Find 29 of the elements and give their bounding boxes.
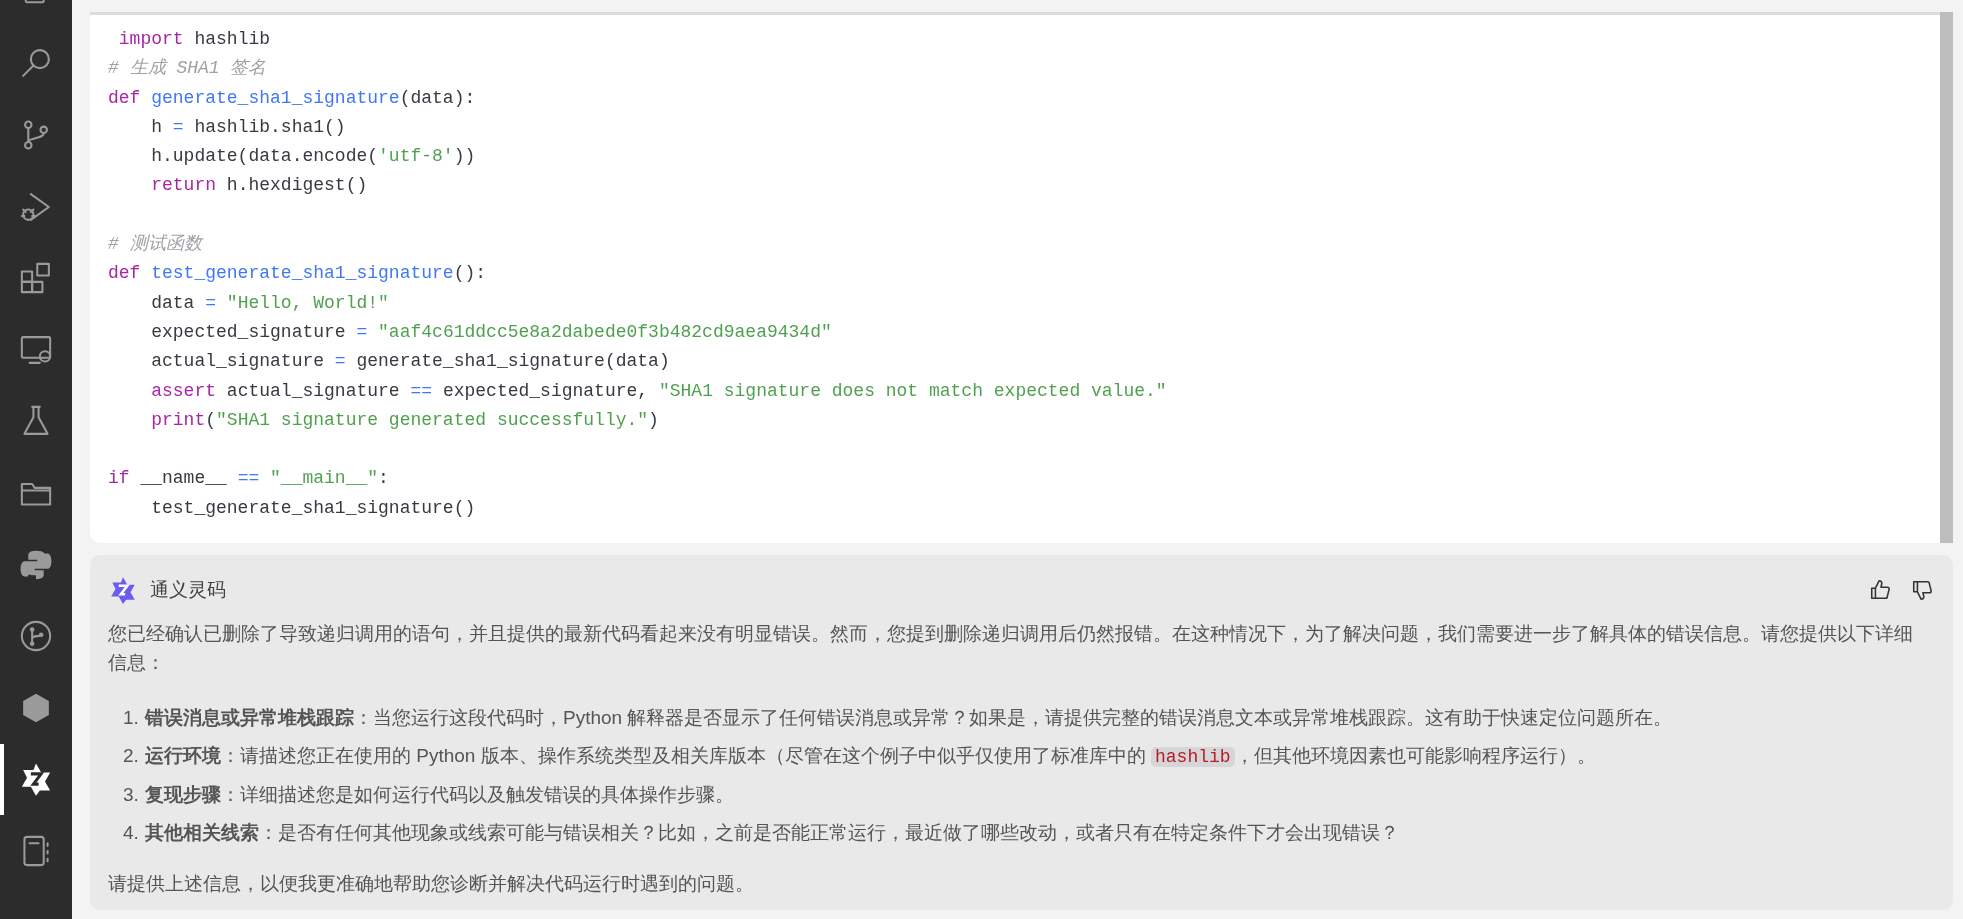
thumbs-down-icon[interactable] [1911,579,1933,601]
list-number: 4. [123,820,140,845]
list-item-text: 运行环境：请描述您正在使用的 Python 版本、操作系统类型及相关库版本（尽管在这个例子中似乎仅使用了标准库中的 hashlib ，但其他环境因素也可能影响程序运行）。 [145,743,1596,769]
code-line: h = hashlib.sha1() [150,115,347,139]
code-line: print("SHA1 signature generated successfully.") [150,408,660,432]
code-line: assert actual_signature == expected_signature, "SHA1 signature does not match expected value." [150,379,1168,403]
list-item-text: 其他相关线索：是否有任何其他现象或线索可能与错误相关？比如，之前是否能正常运行，最近做了哪些改动，或者只有在特定条件下才会出现错误？ [145,820,1399,845]
code-line: def generate_sha1_signature(data): [108,86,477,110]
thumbs-up-icon[interactable] [1869,579,1891,601]
list-item-text: 错误消息或异常堆栈跟踪：当您运行这段代码时，Python 解释器是否显示了任何错误消息或异常？如果是，请提供完整的错误消息文本或异常堆栈跟踪。这有助于快速定位问题所在。 [145,706,1673,730]
code-line: test_generate_sha1_signature() [150,496,477,520]
list-number: 3. [123,783,140,807]
code-line: if __name__ == "__main__": [108,467,390,491]
scrollbar[interactable] [1940,12,1953,543]
list-item-text: 复现步骤：详细描述您是如何运行代码以及触发错误的具体操作步骤。 [145,783,734,807]
code-line: data = "Hello, World!" [150,291,390,315]
code-line: expected_signature = "aaf4c61ddcc5e8a2dabede0f3b482cd9aea9434d" [150,320,833,344]
code-line: actual_signature = generate_sha1_signature(data) [150,350,671,374]
code-line: return h.hexdigest() [150,174,369,198]
message-paragraph: 您已经确认已删除了导致递归调用的语句，并且提供的最新代码看起来没有明显错误。然而，您提到删除递归调用后仍然报错。在这种情况下，为了解决问题，我们需要进一步了解具体的错误信息。请您提供以下详细信息： [108,622,1914,675]
code-line: # 测试函数 [108,233,205,257]
author-name: 通义灵码 [150,577,226,602]
code-line: # 生成 SHA1 签名 [108,57,268,81]
message-paragraph: 请提供上述信息，以便我更准确地帮助您诊断并解决代码运行时遇到的问题。 [108,871,755,896]
code-line: def test_generate_sha1_signature(): [108,262,488,286]
code-line: h.update(data.encode('utf-8')) [150,145,477,169]
list-number: 1. [123,706,140,730]
list-number: 2. [123,743,140,768]
code-line: import hashlib [117,28,272,51]
